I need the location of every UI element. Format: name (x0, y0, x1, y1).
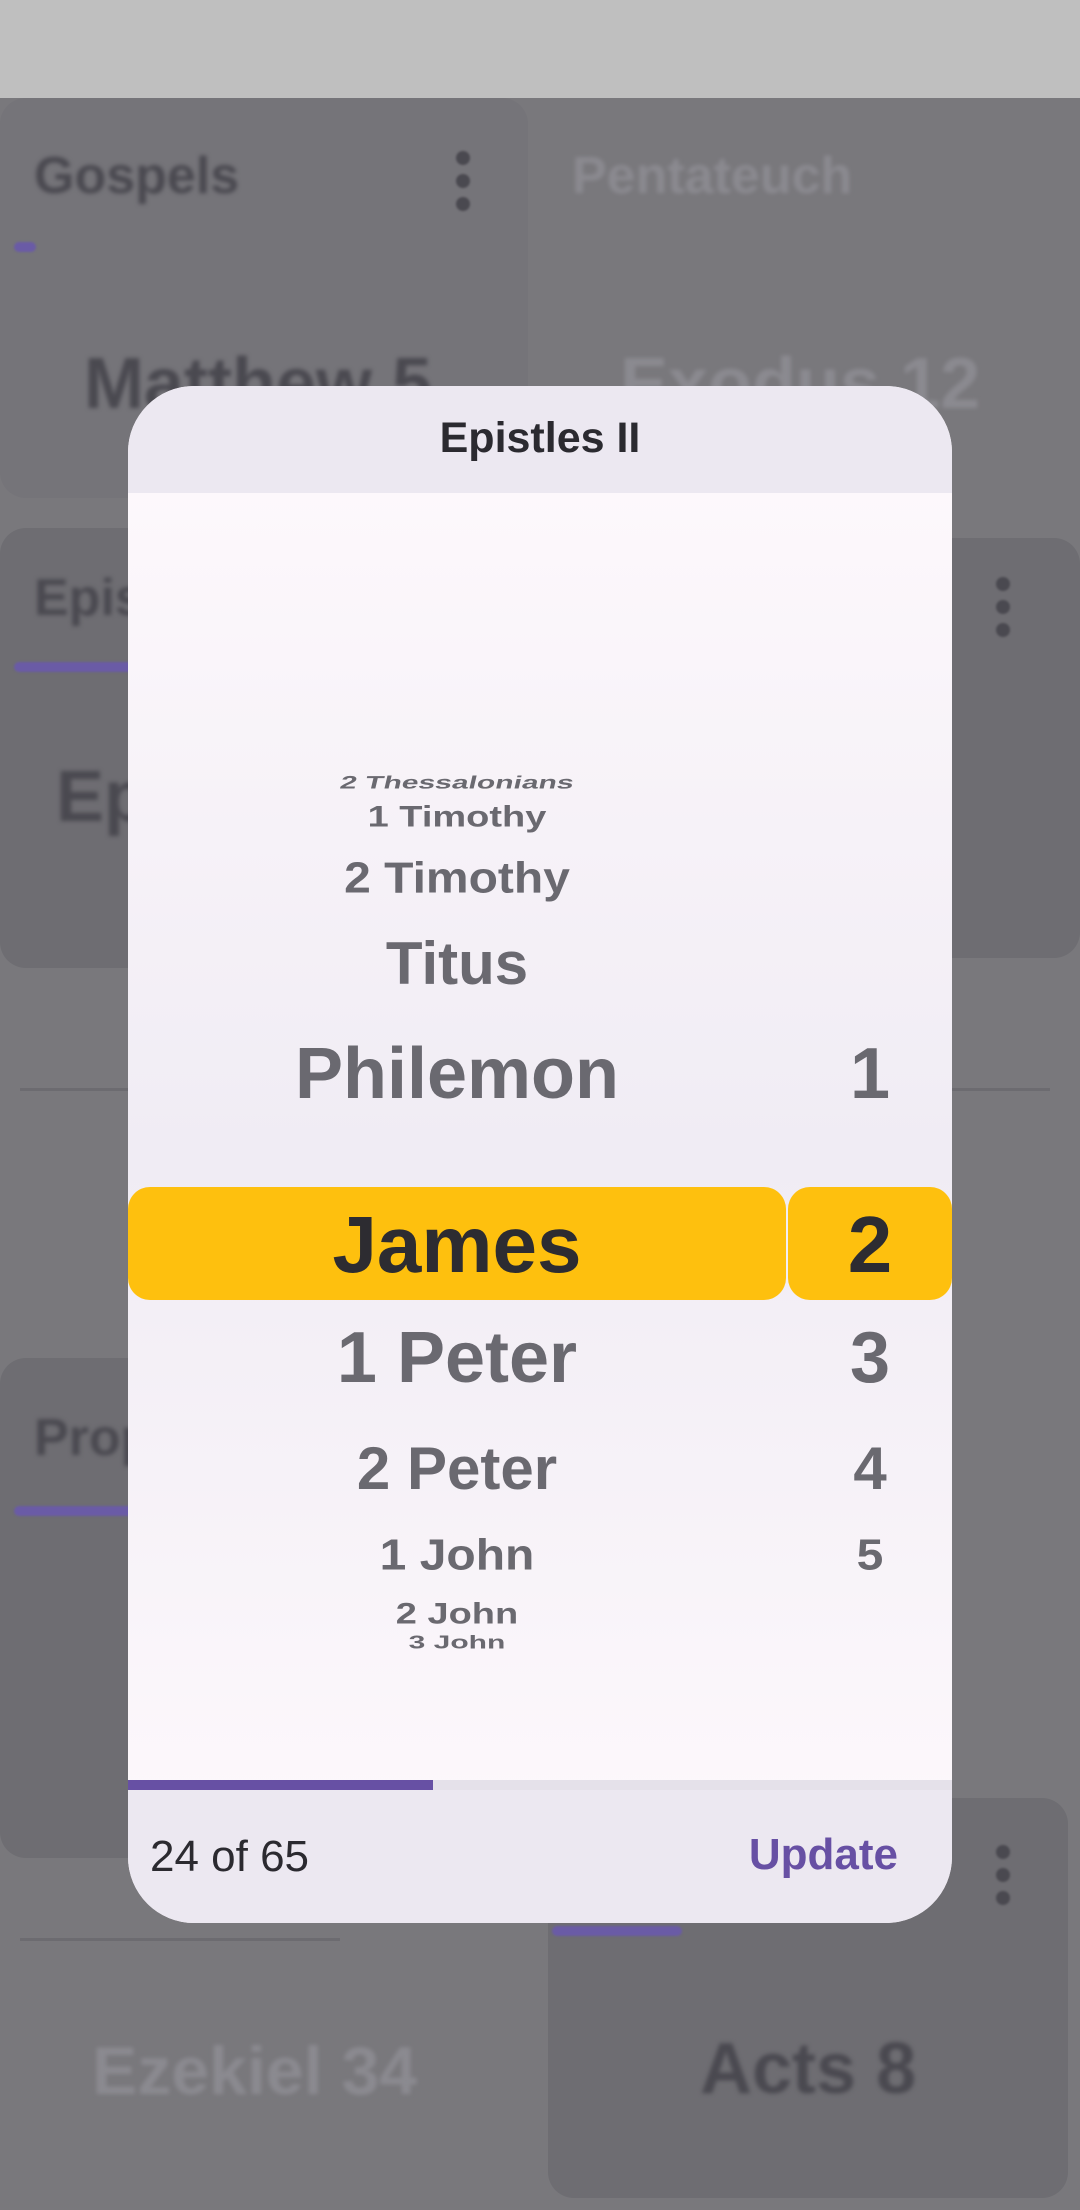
book-wheel-item[interactable]: 3 John (128, 1633, 786, 1653)
book-wheel-item[interactable]: Titus (128, 929, 786, 998)
background-heading-pentateuch: Pentateuch (572, 147, 853, 205)
background-progress (14, 242, 36, 252)
book-wheel-item[interactable]: 2 Timothy (128, 854, 786, 904)
dialog-footer: 24 of 65 Update (128, 1790, 952, 1923)
chapter-wheel-item[interactable]: 5 (788, 1531, 952, 1581)
chapter-wheel-item[interactable]: 1 (788, 1033, 952, 1115)
book-wheel-item[interactable]: Philemon (128, 1033, 786, 1115)
selected-chapter-label: 2 (847, 1200, 893, 1289)
dialog-header: Epistles II (128, 386, 952, 493)
book-wheel-item[interactable]: 1 John (128, 1531, 786, 1581)
book-wheel-item[interactable]: 1 Timothy (128, 801, 786, 835)
dialog-title: Epistles II (439, 414, 641, 462)
background-reading-prophets: Ezekiel 34 (92, 2033, 418, 2109)
book-wheel-item[interactable]: 2 John (128, 1598, 786, 1632)
background-progress (552, 1926, 682, 1936)
book-wheel[interactable]: 2 Thessalonians 1 Timothy 2 Timothy Titu… (128, 493, 786, 1923)
book-wheel-selected[interactable]: James (128, 1187, 786, 1300)
status-bar (0, 0, 1080, 98)
chapter-wheel-item[interactable]: 3 (788, 1317, 952, 1399)
more-vert-icon (996, 568, 1010, 646)
background-progress (14, 662, 134, 672)
divider (20, 1938, 340, 1941)
progress-bar (128, 1780, 952, 1790)
update-button[interactable]: Update (749, 1830, 898, 1880)
chapter-wheel[interactable]: 1 2 3 4 5 (788, 493, 952, 1923)
book-wheel-item[interactable]: 2 Peter (128, 1434, 786, 1503)
progress-bar-fill (128, 1780, 433, 1790)
chapter-wheel-item[interactable]: 4 (788, 1434, 952, 1503)
background-reading-acts: Acts 8 (700, 2029, 917, 2109)
reading-picker-dialog: Epistles II 2 Thessalonians 1 Timothy 2 … (128, 386, 952, 1923)
book-wheel-item[interactable]: 2 Thessalonians (128, 773, 788, 793)
background-progress (14, 1506, 134, 1516)
book-wheel-item[interactable]: 1 Peter (128, 1317, 786, 1399)
progress-count-text: 24 of 65 (150, 1832, 310, 1881)
more-vert-icon (996, 1836, 1010, 1914)
selected-book-label: James (332, 1200, 582, 1289)
more-vert-icon (456, 142, 470, 220)
chapter-wheel-selected[interactable]: 2 (788, 1187, 952, 1300)
background-heading-gospels: Gospels (34, 147, 240, 205)
